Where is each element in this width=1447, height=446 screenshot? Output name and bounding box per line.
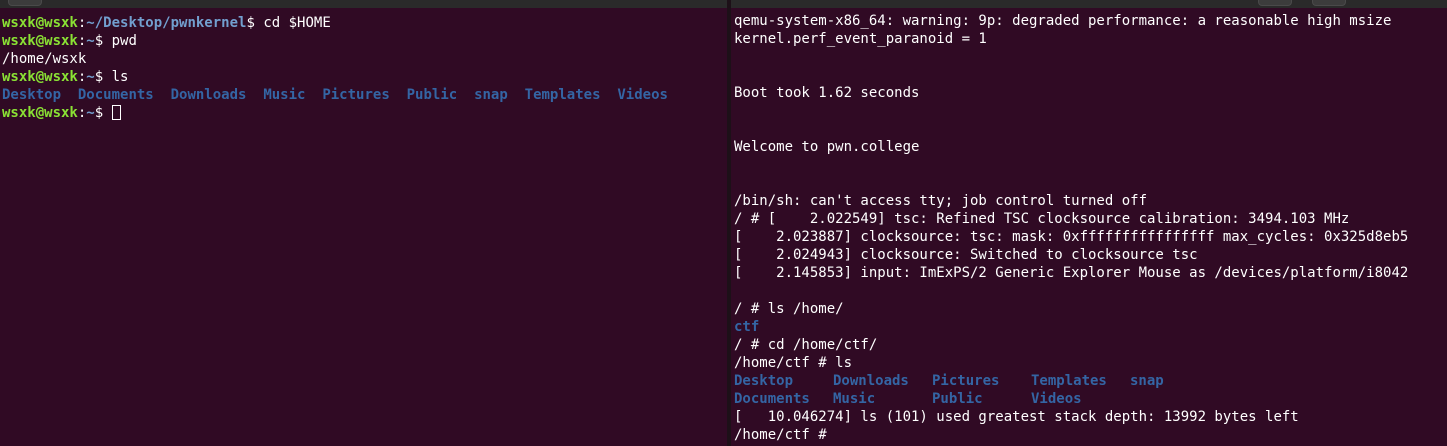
terminal-line: / # ls /home/ [734, 301, 844, 317]
dir-entry: snap [1130, 373, 1164, 389]
dir-entry: Documents [77, 87, 154, 103]
terminal-line: qemu-system-x86_64: warning: 9p: degrade… [734, 13, 1392, 29]
dir-entry: Desktop [2, 87, 62, 103]
right-tab-button-2[interactable] [1312, 0, 1346, 6]
terminal-prompt-line[interactable]: wsxk@wsxk:~$ [2, 104, 668, 122]
terminal-line: kernel.perf_event_paranoid = 1 [734, 31, 987, 47]
terminal-line: /bin/sh: can't access tty; job control t… [734, 193, 1148, 209]
terminal-line: [ 2.023887] clocksource: tsc: mask: 0xff… [734, 229, 1409, 245]
terminal-line: Welcome to pwn.college [734, 139, 920, 155]
dir-entry: Music [263, 87, 306, 103]
terminal-line: /home/ctf # ls [734, 355, 853, 371]
dir-entry: Pictures [322, 87, 390, 103]
dir-entry: Downloads [170, 87, 247, 103]
terminal-line: wsxk@wsxk:~$ ls [2, 69, 129, 85]
dir-entry: Templates [1031, 373, 1107, 389]
terminal-line: [ 2.024943] clocksource: Switched to clo… [734, 247, 1198, 263]
ls-output-row: Desktop Downloads Pictures Templates snap [734, 372, 1408, 390]
right-terminal-pane[interactable]: qemu-system-x86_64: warning: 9p: degrade… [731, 0, 1447, 446]
dir-entry: Desktop [734, 373, 794, 389]
dir-entry: snap [474, 87, 508, 103]
ls-output-line: Desktop Documents Downloads Music Pictur… [2, 86, 668, 104]
right-titlebar-strip [731, 0, 1447, 8]
terminal-line: [ 10.046274] ls (101) used greatest stac… [734, 409, 1299, 425]
dir-entry: Documents [734, 391, 810, 407]
terminal-line: / # cd /home/ctf/ [734, 337, 878, 353]
terminal-line: / # [ 2.022549] tsc: Refined TSC clockso… [734, 211, 1350, 227]
terminal-line: /home/wsxk [2, 51, 87, 67]
left-titlebar-strip [0, 0, 727, 8]
terminal-prompt-line[interactable]: /home/ctf # [734, 426, 1408, 444]
right-tab-button[interactable] [1258, 0, 1292, 6]
terminal-line: [ 2.145853] input: ImExPS/2 Generic Expl… [734, 265, 1409, 281]
dir-entry: Public [406, 87, 458, 103]
terminal-line: wsxk@wsxk:~$ pwd [2, 33, 137, 49]
dir-entry: Videos [1031, 391, 1082, 407]
dir-entry: Downloads [833, 373, 909, 389]
left-terminal-pane[interactable]: wsxk@wsxk:~/Desktop/pwnkernel$ cd $HOME … [0, 0, 727, 446]
dir-entry: Pictures [932, 373, 1000, 389]
terminal-line: wsxk@wsxk:~/Desktop/pwnkernel$ cd $HOME [2, 15, 331, 31]
left-terminal-output: wsxk@wsxk:~/Desktop/pwnkernel$ cd $HOME … [2, 14, 668, 122]
dir-entry: Public [932, 391, 983, 407]
dir-entry: Templates [524, 87, 601, 103]
ls-output-row: Documents Music Public Videos [734, 390, 1408, 408]
left-tab-button[interactable] [8, 0, 42, 6]
right-terminal-output: qemu-system-x86_64: warning: 9p: degrade… [734, 12, 1408, 444]
dir-entry: ctf [734, 319, 760, 335]
dir-entry: Videos [617, 87, 668, 103]
text-cursor [111, 105, 121, 120]
dir-entry: Music [833, 391, 876, 407]
terminal-line: Boot took 1.62 seconds [734, 85, 920, 101]
